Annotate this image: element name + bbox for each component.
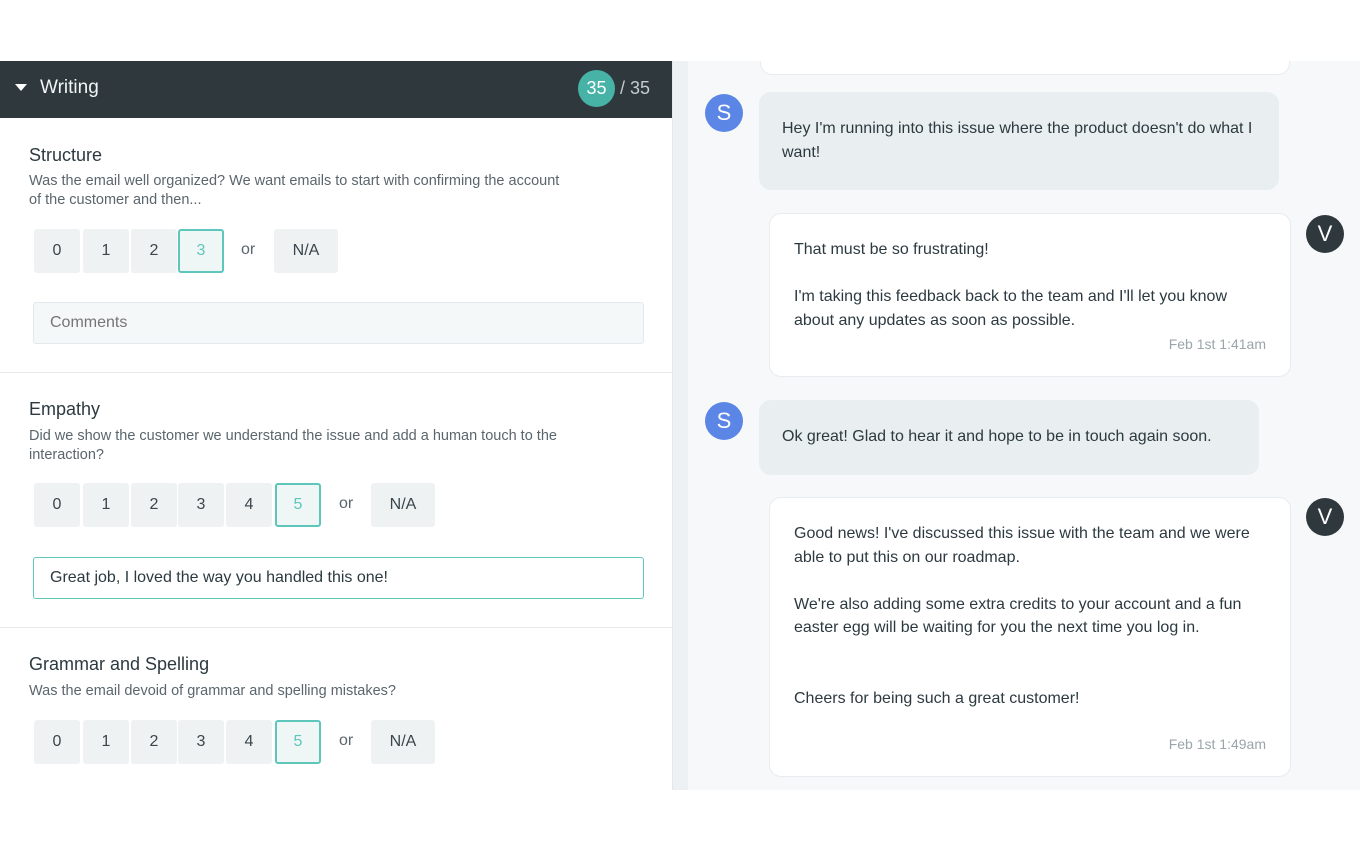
- customer-avatar: S: [705, 94, 743, 132]
- customer-message: Ok great! Glad to hear it and hope to be…: [759, 400, 1259, 475]
- rating-2-button[interactable]: 2: [131, 483, 177, 527]
- previous-message-bubble: [760, 61, 1290, 75]
- message-text: Hey I'm running into this issue where th…: [782, 120, 1253, 161]
- message-text: That must be so frustrating! I'm taking …: [794, 241, 1228, 329]
- comments-input[interactable]: [33, 302, 644, 344]
- score-badge: 35: [578, 70, 615, 107]
- criterion-description: Was the email well organized? We want em…: [29, 173, 560, 208]
- na-button[interactable]: N/A: [274, 229, 338, 273]
- message-timestamp: Feb 1st 1:41am: [1168, 335, 1266, 352]
- conversation-panel[interactable]: S Hey I'm running into this issue where …: [688, 61, 1360, 790]
- message-text: Ok great! Glad to hear it and hope to be…: [782, 428, 1212, 445]
- agent-avatar: V: [1306, 215, 1344, 253]
- rating-0-button[interactable]: 0: [34, 720, 80, 764]
- customer-message: Hey I'm running into this issue where th…: [759, 92, 1279, 190]
- category-title: Writing: [40, 77, 99, 98]
- rating-1-button[interactable]: 1: [83, 483, 129, 527]
- rating-0-button[interactable]: 0: [34, 229, 80, 273]
- category-header[interactable]: Writing 35 / 35: [0, 61, 672, 118]
- or-label: or: [339, 495, 354, 512]
- rating-3-button[interactable]: 3: [178, 720, 224, 764]
- rating-2-button[interactable]: 2: [131, 229, 177, 273]
- criterion-description: Did we show the customer we understand t…: [29, 428, 557, 463]
- rating-1-button[interactable]: 1: [83, 720, 129, 764]
- message-text: Good news! I've discussed this issue wit…: [794, 525, 1250, 707]
- criterion-empathy: Empathy Did we show the customer we unde…: [0, 373, 672, 628]
- rating-3-button[interactable]: 3: [178, 483, 224, 527]
- or-label: or: [339, 732, 354, 749]
- agent-message: That must be so frustrating! I'm taking …: [769, 213, 1291, 377]
- comments-input[interactable]: [33, 557, 644, 599]
- agent-avatar: V: [1306, 498, 1344, 536]
- customer-avatar: S: [705, 402, 743, 440]
- score-total: / 35: [620, 78, 651, 98]
- na-button[interactable]: N/A: [371, 720, 435, 764]
- message-timestamp: Feb 1st 1:49am: [1168, 735, 1266, 752]
- rating-4-button[interactable]: 4: [226, 720, 272, 764]
- scorecard-panel: Writing 35 / 35 Structure Was the email …: [0, 61, 672, 790]
- rating-0-button[interactable]: 0: [34, 483, 80, 527]
- criterion-grammar-spelling: Grammar and Spelling Was the email devoi…: [0, 628, 672, 790]
- rating-2-button[interactable]: 2: [131, 720, 177, 764]
- agent-message: Good news! I've discussed this issue wit…: [769, 497, 1291, 777]
- criterion-structure: Structure Was the email well organized? …: [0, 118, 672, 373]
- rating-3-button[interactable]: 3: [178, 229, 224, 273]
- criterion-title: Structure: [29, 145, 103, 165]
- rating-1-button[interactable]: 1: [83, 229, 129, 273]
- rating-5-button[interactable]: 5: [275, 483, 321, 527]
- criterion-title: Empathy: [29, 399, 101, 419]
- qa-review-app: Writing 35 / 35 Structure Was the email …: [0, 61, 1360, 790]
- caret-down-icon[interactable]: [15, 84, 27, 91]
- rating-5-button[interactable]: 5: [275, 720, 321, 764]
- criterion-description: Was the email devoid of grammar and spel…: [29, 683, 396, 699]
- rating-4-button[interactable]: 4: [226, 483, 272, 527]
- or-label: or: [241, 241, 256, 258]
- panel-divider[interactable]: [672, 61, 688, 790]
- criterion-title: Grammar and Spelling: [29, 654, 210, 674]
- na-button[interactable]: N/A: [371, 483, 435, 527]
